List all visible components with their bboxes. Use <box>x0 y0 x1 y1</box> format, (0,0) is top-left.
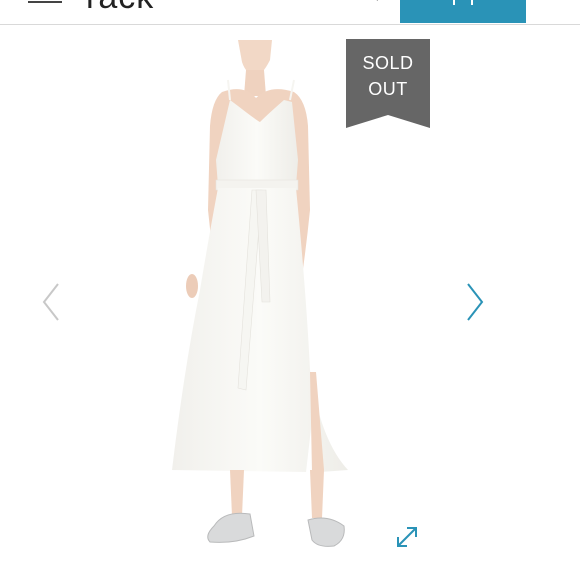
chevron-left-icon[interactable] <box>40 282 64 322</box>
sold-out-badge: SOLD OUT <box>346 39 430 128</box>
site-logo[interactable]: rack <box>86 0 154 17</box>
product-image <box>172 40 348 547</box>
shopping-bag-icon <box>453 0 473 5</box>
search-icon[interactable] <box>362 0 386 6</box>
badge-line1: SOLD <box>362 53 414 73</box>
top-nav-bar: rack <box>0 0 580 25</box>
chevron-right-icon[interactable] <box>462 282 486 322</box>
hamburger-icon[interactable] <box>28 0 62 6</box>
badge-line2: OUT <box>368 79 408 99</box>
expand-icon[interactable] <box>394 524 420 550</box>
shopping-bag-button[interactable] <box>400 0 526 23</box>
